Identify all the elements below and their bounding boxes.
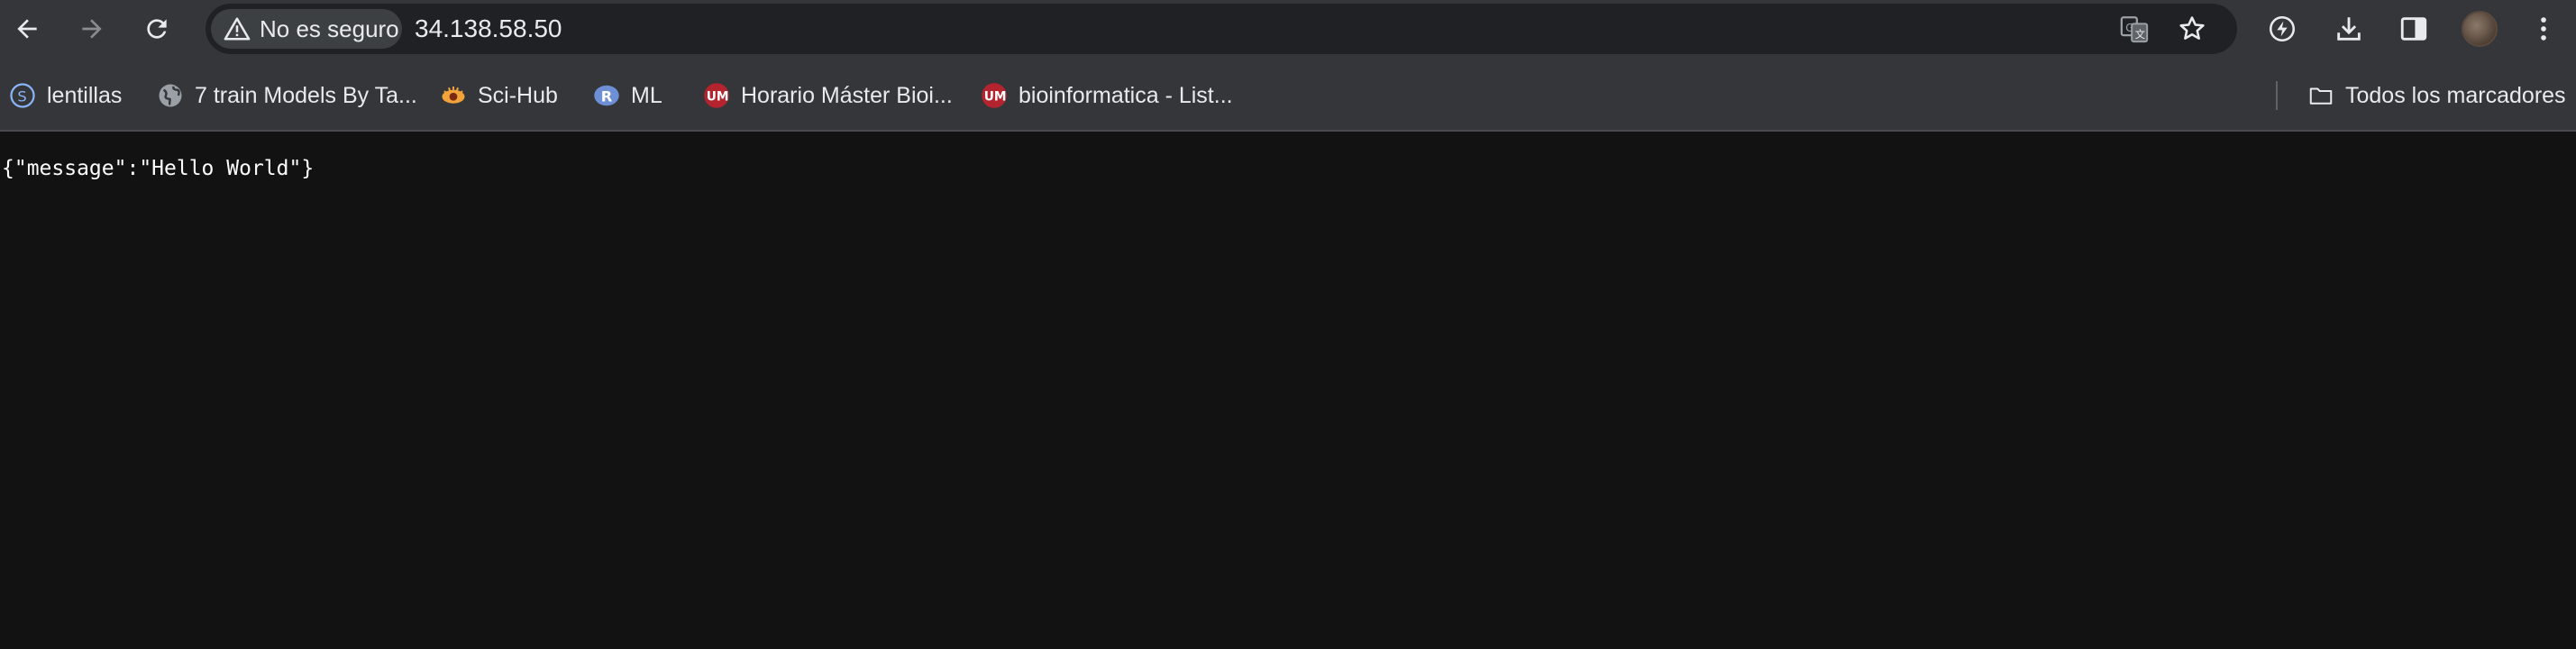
svg-text:R: R: [601, 87, 613, 105]
downloads-button[interactable]: [2329, 9, 2369, 49]
bookmark-sci-hub[interactable]: Sci-Hub: [440, 76, 558, 115]
browser-toolbar: No es seguro 34.138.58.50 G 文: [0, 0, 2576, 58]
download-icon: [2337, 17, 2361, 41]
translate-icon: G 文: [2120, 16, 2149, 43]
bookmark-lentillas[interactable]: S lentillas: [9, 76, 122, 115]
warning-icon: [224, 17, 251, 41]
bookmark-7-train-models[interactable]: 7 train Models By Ta...: [157, 76, 417, 115]
bookmark-label: lentillas: [47, 82, 123, 108]
browser-menu-button[interactable]: [2524, 9, 2563, 49]
s-circle-icon: S: [9, 82, 36, 109]
back-button[interactable]: [5, 7, 49, 50]
bookmark-horario-master[interactable]: UM Horario Máster Bioi...: [703, 76, 953, 115]
svg-text:UM: UM: [707, 90, 729, 105]
bookmarks-separator: [2276, 81, 2278, 110]
scihub-icon: [440, 82, 467, 109]
url-text[interactable]: 34.138.58.50: [415, 14, 562, 43]
um-logo-icon: UM: [981, 82, 1008, 109]
bookmark-label: ML: [631, 82, 662, 108]
translate-button[interactable]: G 文: [2118, 13, 2151, 45]
star-icon: [2179, 16, 2205, 40]
bookmark-label: 7 train Models By Ta...: [195, 82, 417, 108]
side-panel-icon: [2400, 17, 2427, 41]
reload-button[interactable]: [135, 7, 178, 50]
security-indicator[interactable]: No es seguro: [211, 9, 402, 49]
svg-text:UM: UM: [984, 90, 1007, 105]
all-bookmarks-label: Todos los marcadores: [2345, 82, 2566, 108]
um-logo-icon: UM: [703, 82, 730, 109]
address-bar[interactable]: No es seguro 34.138.58.50 G 文: [206, 4, 2237, 54]
forward-button[interactable]: [70, 7, 114, 50]
svg-text:文: 文: [2135, 28, 2145, 41]
menu-icon: [2541, 17, 2546, 41]
globe-icon: [157, 82, 184, 109]
performance-button[interactable]: [2262, 9, 2302, 49]
all-bookmarks-button[interactable]: Todos los marcadores: [2307, 76, 2566, 115]
bookmark-label: bioinformatica - List...: [1019, 82, 1233, 108]
back-icon: [17, 19, 37, 39]
profile-avatar[interactable]: [2462, 11, 2498, 47]
bookmark-ml[interactable]: R ML: [593, 76, 662, 115]
folder-icon: [2307, 82, 2334, 109]
page-content: {"message":"Hello World"}: [0, 132, 2576, 649]
security-label: No es seguro: [260, 14, 399, 42]
forward-icon: [82, 19, 102, 39]
svg-text:S: S: [17, 87, 26, 105]
bookmark-bioinformatica[interactable]: UM bioinformatica - List...: [981, 76, 1233, 115]
performance-icon: [2269, 15, 2296, 42]
bookmark-star-button[interactable]: [2176, 13, 2208, 45]
r-logo-icon: R: [593, 82, 620, 109]
bookmark-label: Sci-Hub: [478, 82, 558, 108]
side-panel-button[interactable]: [2394, 9, 2434, 49]
json-response-text: {"message":"Hello World"}: [2, 157, 315, 180]
bookmark-label: Horario Máster Bioi...: [741, 82, 953, 108]
reload-icon: [147, 19, 167, 39]
bookmarks-bar: S lentillas 7 train Models By Ta... Sci-…: [0, 58, 2576, 132]
